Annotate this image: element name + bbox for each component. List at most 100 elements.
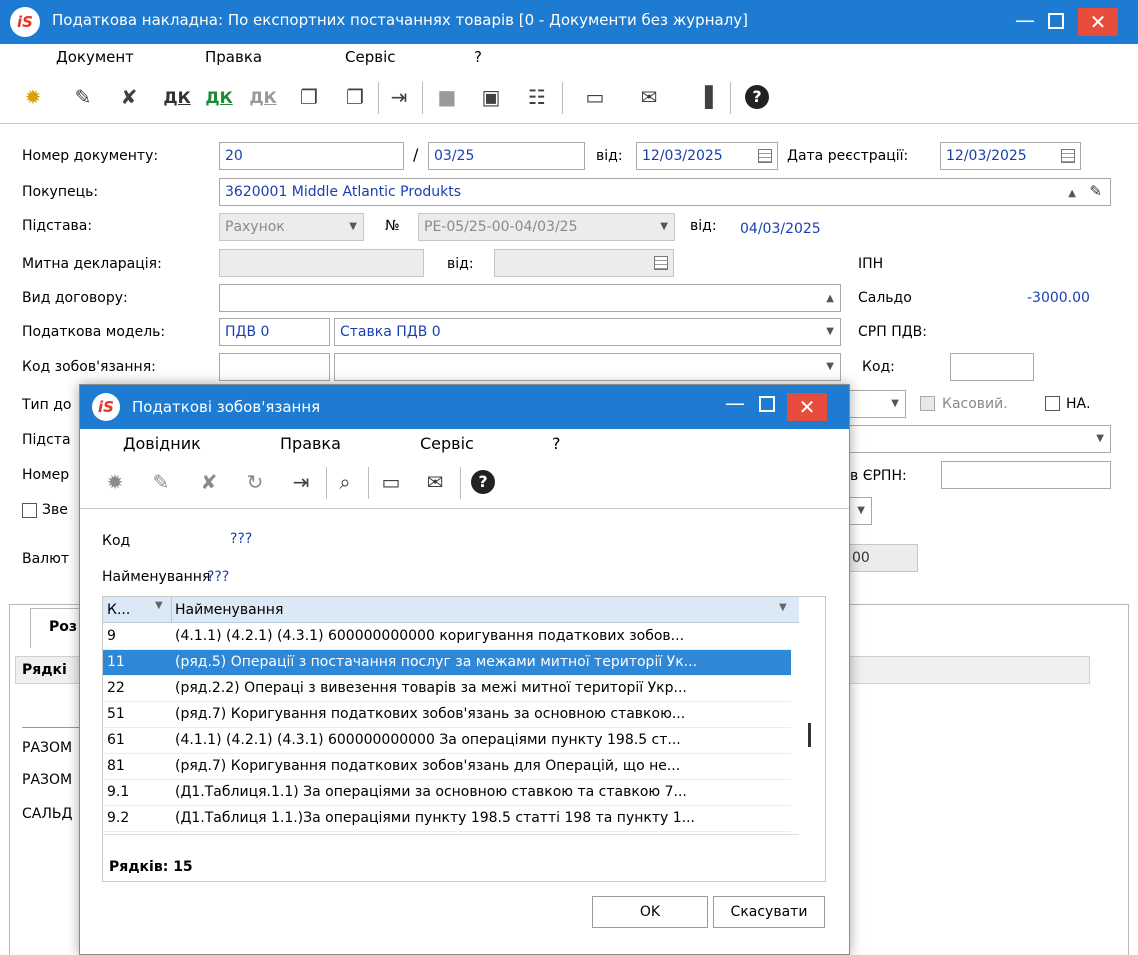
close-icon[interactable]: ✕ bbox=[787, 393, 827, 421]
sort-icon[interactable]: ▼ bbox=[155, 600, 163, 611]
cash-checkbox[interactable] bbox=[920, 396, 935, 411]
help-icon[interactable]: ? bbox=[742, 82, 772, 112]
menu-service[interactable]: Сервіс bbox=[345, 48, 395, 66]
rows-label: Рядкі bbox=[22, 662, 67, 678]
basis-type-select[interactable]: Рахунок ▼ bbox=[219, 213, 364, 241]
structure-icon[interactable]: ☷ bbox=[522, 82, 552, 112]
doc-number-field[interactable]: 20 bbox=[219, 142, 404, 170]
maximize-icon[interactable] bbox=[750, 391, 784, 419]
form-icon[interactable]: ▭ bbox=[580, 82, 610, 112]
menu-document[interactable]: Документ bbox=[56, 48, 134, 66]
add-icon[interactable]: ✹ bbox=[100, 467, 130, 497]
exit-icon[interactable]: ⇥ bbox=[384, 82, 414, 112]
table-row[interactable]: 51 (ряд.7) Коригування податкових зобов'я… bbox=[103, 702, 791, 728]
scrollbar-thumb[interactable] bbox=[808, 723, 811, 747]
calendar-icon[interactable] bbox=[758, 149, 772, 163]
chevron-down-icon[interactable]: ▼ bbox=[891, 391, 899, 417]
menu-help[interactable]: ? bbox=[474, 48, 482, 66]
mail-icon[interactable]: ✉ bbox=[420, 467, 450, 497]
maximize-icon[interactable] bbox=[1040, 8, 1072, 36]
edit-icon[interactable]: ✎ bbox=[146, 467, 176, 497]
chevron-down-icon[interactable]: ▼ bbox=[779, 602, 787, 613]
reg-date-field[interactable]: 12/03/2025 bbox=[940, 142, 1081, 170]
row-code: 11 bbox=[107, 654, 125, 670]
copy-icon[interactable]: ❐ bbox=[294, 82, 324, 112]
currency-field: 00 bbox=[846, 544, 918, 572]
app-logo-icon: iS bbox=[10, 7, 40, 37]
minimize-icon[interactable]: — bbox=[1010, 8, 1040, 36]
debit-credit-down-icon[interactable]: ДК bbox=[248, 82, 278, 112]
number-label: Номер bbox=[22, 467, 70, 483]
chevron-down-icon[interactable]: ▼ bbox=[349, 214, 357, 240]
toolbar-separator bbox=[368, 467, 369, 499]
pencil-icon[interactable]: ✎ bbox=[1089, 179, 1102, 204]
menu-edit[interactable]: Правка bbox=[205, 48, 262, 66]
delete-icon[interactable]: ✘ bbox=[194, 467, 224, 497]
obligation-name-select[interactable]: ▼ bbox=[334, 353, 841, 381]
table-row[interactable]: 81 (ряд.7) Коригування податкових зобов'я… bbox=[103, 754, 791, 780]
chevron-down-icon[interactable]: ▼ bbox=[1096, 426, 1104, 452]
menu-help[interactable]: ? bbox=[552, 434, 561, 453]
grid-header: К... ▼ Найменування ▼ bbox=[103, 597, 799, 623]
close-icon[interactable]: ✕ bbox=[1078, 8, 1118, 36]
type-select[interactable]: ▼ bbox=[846, 390, 906, 418]
search-icon[interactable]: ⌕ bbox=[330, 467, 360, 497]
chevron-up-icon[interactable]: ▲ bbox=[1068, 181, 1076, 205]
doc-suffix-field[interactable]: 03/25 bbox=[428, 142, 585, 170]
calendar-icon[interactable] bbox=[1061, 149, 1075, 163]
grid-col-code[interactable]: К... bbox=[107, 602, 130, 618]
tax-model-code-field[interactable]: ПДВ 0 bbox=[219, 318, 330, 346]
row-name: (ряд.7) Коригування податкових зобов'яза… bbox=[175, 758, 681, 774]
table-row[interactable]: 9 (4.1.1) (4.2.1) (4.3.1) 600000000000 ко… bbox=[103, 624, 791, 650]
grid-col-name[interactable]: Найменування bbox=[175, 602, 283, 618]
chevron-up-icon[interactable]: ▲ bbox=[826, 286, 834, 311]
na-checkbox[interactable] bbox=[1045, 396, 1060, 411]
table-row[interactable]: 22 (ряд.2.2) Операці з вивезення товарів … bbox=[103, 676, 791, 702]
chevron-down-icon[interactable]: ▼ bbox=[660, 214, 668, 240]
obligation-code-field[interactable] bbox=[219, 353, 330, 381]
erpn-label: в ЄРПН: bbox=[850, 468, 907, 484]
doc-date-field[interactable]: 12/03/2025 bbox=[636, 142, 778, 170]
print-icon[interactable]: ▣ bbox=[476, 82, 506, 112]
table-row[interactable]: 61 (4.1.1) (4.2.1) (4.3.1) 600000000000 З… bbox=[103, 728, 791, 754]
ok-button[interactable]: OK bbox=[592, 896, 708, 928]
menu-edit[interactable]: Правка bbox=[280, 434, 341, 453]
cancel-button[interactable]: Скасувати bbox=[713, 896, 825, 928]
library-icon[interactable]: ▐ bbox=[690, 82, 720, 112]
form-icon[interactable]: ▭ bbox=[376, 467, 406, 497]
table-row[interactable]: 9.1 (Д1.Таблиця.1.1) За операціями за осн… bbox=[103, 780, 791, 806]
tax-model-name-select[interactable]: Ставка ПДВ 0 ▼ bbox=[334, 318, 841, 346]
basis-date-value: 04/03/2025 bbox=[740, 221, 821, 237]
refresh-icon[interactable]: ↻ bbox=[240, 467, 270, 497]
debit-credit-up-icon[interactable]: ДК bbox=[204, 82, 234, 112]
chevron-down-icon[interactable]: ▼ bbox=[857, 498, 865, 524]
menu-directory[interactable]: Довідник bbox=[123, 434, 201, 453]
na-label: НА. bbox=[1066, 396, 1091, 412]
debit-credit-icon[interactable]: ДК bbox=[162, 82, 192, 112]
chevron-down-icon[interactable]: ▼ bbox=[826, 354, 834, 380]
edit-document-icon[interactable]: ✎ bbox=[68, 82, 98, 112]
code-field[interactable] bbox=[950, 353, 1034, 381]
paste-icon[interactable]: ❐ bbox=[340, 82, 370, 112]
exit-icon[interactable]: ⇥ bbox=[286, 467, 316, 497]
buyer-field[interactable]: 3620001 Middle Atlantic Produkts ▲ ✎ bbox=[219, 178, 1111, 206]
slash-label: / bbox=[413, 145, 419, 164]
basis-no-select[interactable]: РЕ-05/25-00-04/03/25 ▼ bbox=[418, 213, 675, 241]
dialog-menubar: Довідник Правка Сервіс ? bbox=[80, 429, 849, 457]
delete-document-icon[interactable]: ✘ bbox=[114, 82, 144, 112]
table-row[interactable]: 9.2 (Д1.Таблиця 1.1.)За операціями пункту… bbox=[103, 806, 791, 832]
table-row[interactable]: 11 (ряд.5) Операції з постачання послуг з… bbox=[103, 650, 791, 676]
erpn-field[interactable] bbox=[941, 461, 1111, 489]
contract-field[interactable]: ▲ bbox=[219, 284, 841, 312]
minimize-icon[interactable]: — bbox=[720, 391, 750, 419]
basis2-select[interactable]: ▼ bbox=[846, 425, 1111, 453]
menu-service[interactable]: Сервіс bbox=[420, 434, 474, 453]
mail-icon[interactable]: ✉ bbox=[634, 82, 664, 112]
new-document-icon[interactable]: ✹ bbox=[18, 82, 48, 112]
row-code: 9 bbox=[107, 628, 116, 644]
grid-col-divider bbox=[171, 597, 172, 623]
save-icon[interactable]: ■ bbox=[432, 82, 462, 112]
chevron-down-icon[interactable]: ▼ bbox=[826, 319, 834, 345]
help-icon[interactable]: ? bbox=[468, 467, 498, 497]
zve-checkbox[interactable] bbox=[22, 503, 37, 518]
